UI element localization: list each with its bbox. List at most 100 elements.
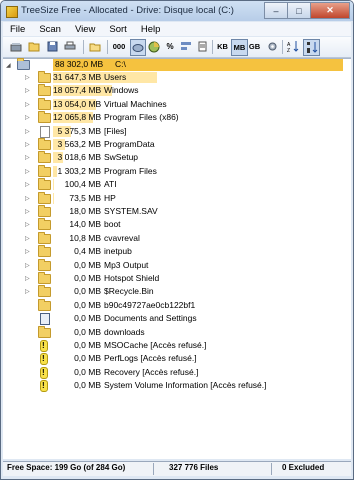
- tree-row[interactable]: ▷ 12 065,8 MB Program Files (x86): [3, 111, 351, 124]
- item-size: 0,0 MB: [74, 273, 101, 283]
- tree-row[interactable]: ▷ 13 054,0 MB Virtual Machines: [3, 97, 351, 111]
- item-size: 0,0 MB: [74, 299, 101, 310]
- minimize-button[interactable]: –: [264, 2, 288, 19]
- tree-row[interactable]: ▷ 5 375,3 MB [Files]: [3, 125, 351, 138]
- unit-gb-button[interactable]: GB: [247, 39, 262, 54]
- tree-row[interactable]: ▷ 0,4 MB inetpub: [3, 245, 351, 258]
- expand-icon[interactable]: ▷: [25, 248, 30, 255]
- item-size: 3 563,2 MB: [57, 139, 101, 149]
- expand-icon[interactable]: ▷: [25, 181, 30, 188]
- toolbar-separator: [83, 40, 84, 54]
- unit-mb-button[interactable]: MB: [231, 39, 248, 56]
- collapse-icon[interactable]: ◢: [6, 62, 11, 69]
- disk-view-icon[interactable]: [130, 39, 146, 56]
- item-size: 0,0 MB: [74, 326, 101, 337]
- folder-icon: [38, 191, 51, 204]
- item-name: b90c49727ae0cb122bf1: [104, 299, 196, 310]
- menu-sort[interactable]: Sort: [102, 24, 133, 35]
- expand-icon[interactable]: ▷: [25, 195, 30, 202]
- item-name: boot: [104, 219, 121, 230]
- expand-icon[interactable]: ▷: [25, 168, 30, 175]
- sort-size-icon[interactable]: [303, 39, 320, 56]
- expand-icon[interactable]: ▷: [25, 288, 30, 295]
- tree-row[interactable]: 0,0 MBSystem Volume Information [Accès r…: [3, 379, 351, 393]
- expand-icon[interactable]: ▷: [25, 114, 30, 121]
- sort-az-icon[interactable]: AZ: [285, 39, 300, 54]
- warning-icon: [40, 340, 48, 352]
- expand-icon[interactable]: ▷: [25, 262, 30, 269]
- expand-icon[interactable]: ▷: [25, 101, 30, 108]
- item-size: 0,4 MB: [74, 246, 101, 257]
- item-size: 100,4 MB: [64, 179, 101, 190]
- tree-row[interactable]: ▷ 73,5 MB HP: [3, 191, 351, 205]
- percent-button[interactable]: %: [163, 39, 177, 54]
- expand-icon[interactable]: ▷: [25, 275, 30, 282]
- tree-row[interactable]: ▷ 0,0 MB $Recycle.Bin: [3, 285, 351, 298]
- tree-row[interactable]: 0,0 MB downloads: [3, 325, 351, 339]
- expand-icon[interactable]: ▷: [25, 74, 30, 81]
- settings-icon[interactable]: [265, 39, 279, 54]
- menu-help[interactable]: Help: [134, 24, 168, 35]
- treesize-window: TreeSize Free - Allocated - Drive: Disqu…: [0, 0, 354, 480]
- pie-chart-icon[interactable]: [147, 39, 161, 54]
- item-name: HP: [104, 192, 116, 203]
- status-divider: [153, 463, 154, 475]
- menu-file[interactable]: File: [3, 24, 32, 35]
- folder-icon: [38, 298, 51, 311]
- tree-row[interactable]: ▷ 1 303,2 MB Program Files: [3, 164, 351, 178]
- expand-icon[interactable]: ▷: [25, 208, 30, 215]
- toolbar: 000 % KB MB GB AZ: [3, 37, 351, 58]
- tree-row[interactable]: ▷ 10,8 MB cvavreval: [3, 231, 351, 245]
- tree-root-row[interactable]: ◢ 88 302,0 MB C:\: [3, 58, 351, 71]
- print-icon[interactable]: [63, 39, 77, 54]
- save-icon[interactable]: [45, 39, 59, 54]
- tree-row[interactable]: ▷ 3 563,2 MB ProgramData: [3, 138, 351, 151]
- expand-icon[interactable]: ▷: [25, 87, 30, 94]
- directory-tree[interactable]: ◢ 88 302,0 MB C:\ ▷ 31 647,3 MB Users ▷ 18 0…: [3, 58, 351, 459]
- tree-row[interactable]: 0,0 MBRecovery [Accès refusé.]: [3, 366, 351, 379]
- folder-icon: [38, 218, 51, 231]
- expand-icon[interactable]: ▷: [25, 221, 30, 228]
- tree-row[interactable]: ▷ 31 647,3 MB Users: [3, 71, 351, 84]
- expand-icon[interactable]: ▷: [25, 154, 30, 161]
- tree-row[interactable]: ▷ 0,0 MB Mp3 Output: [3, 258, 351, 272]
- tree-row[interactable]: ▷ 0,0 MB Hotspot Shield: [3, 272, 351, 285]
- files-view-icon[interactable]: [195, 39, 209, 54]
- tree-row[interactable]: 0,0 MB b90c49727ae0cb122bf1: [3, 298, 351, 312]
- status-files: 327 776 Files: [169, 463, 219, 472]
- item-name: Program Files (x86): [104, 112, 179, 123]
- tree-row[interactable]: 0,0 MBPerfLogs [Accès refusé.]: [3, 352, 351, 366]
- item-size: 18,0 MB: [69, 206, 101, 216]
- folder-icon: [38, 178, 51, 191]
- tree-row[interactable]: ▷ 14,0 MB boot: [3, 218, 351, 231]
- tree-row[interactable]: ▷ 100,4 MB ATI: [3, 178, 351, 191]
- folder-icon: [38, 245, 51, 258]
- close-button[interactable]: ✕: [310, 2, 350, 19]
- browse-folder-icon[interactable]: [88, 39, 102, 54]
- menu-scan[interactable]: Scan: [32, 24, 68, 35]
- tree-row[interactable]: 0,0 MBMSOCache [Accès refusé.]: [3, 339, 351, 352]
- tree-row[interactable]: ▷ 3 018,6 MB SwSetup: [3, 151, 351, 164]
- folder-open-icon[interactable]: [27, 39, 41, 54]
- tree-row[interactable]: ▷ 18,0 MB SYSTEM.SAV: [3, 205, 351, 218]
- tree-row[interactable]: ▷ 18 057,4 MB Windows: [3, 84, 351, 97]
- item-name: cvavreval: [104, 232, 140, 243]
- folder-icon: [38, 258, 51, 271]
- menu-bar: File Scan View Sort Help: [3, 22, 351, 36]
- tree-row[interactable]: 0,0 MB Documents and Settings: [3, 312, 351, 326]
- bars-view-icon[interactable]: [179, 39, 193, 54]
- unit-kb-button[interactable]: KB: [215, 39, 230, 54]
- expand-icon[interactable]: ▷: [25, 141, 30, 148]
- folder-icon: [38, 325, 51, 338]
- number-format-button[interactable]: 000: [111, 39, 127, 54]
- expand-icon[interactable]: ▷: [25, 235, 30, 242]
- scan-drive-icon[interactable]: [9, 39, 23, 54]
- maximize-button[interactable]: □: [287, 2, 311, 19]
- status-free-space: Free Space: 199 Go (of 284 Go): [7, 463, 126, 472]
- expand-icon[interactable]: ▷: [25, 128, 30, 135]
- item-name: PerfLogs [Accès refusé.]: [104, 353, 197, 364]
- title-bar[interactable]: TreeSize Free - Allocated - Drive: Disqu…: [1, 1, 353, 21]
- item-name: ProgramData: [104, 139, 155, 149]
- menu-view[interactable]: View: [68, 24, 102, 35]
- item-size: 0,0 MB: [74, 353, 101, 364]
